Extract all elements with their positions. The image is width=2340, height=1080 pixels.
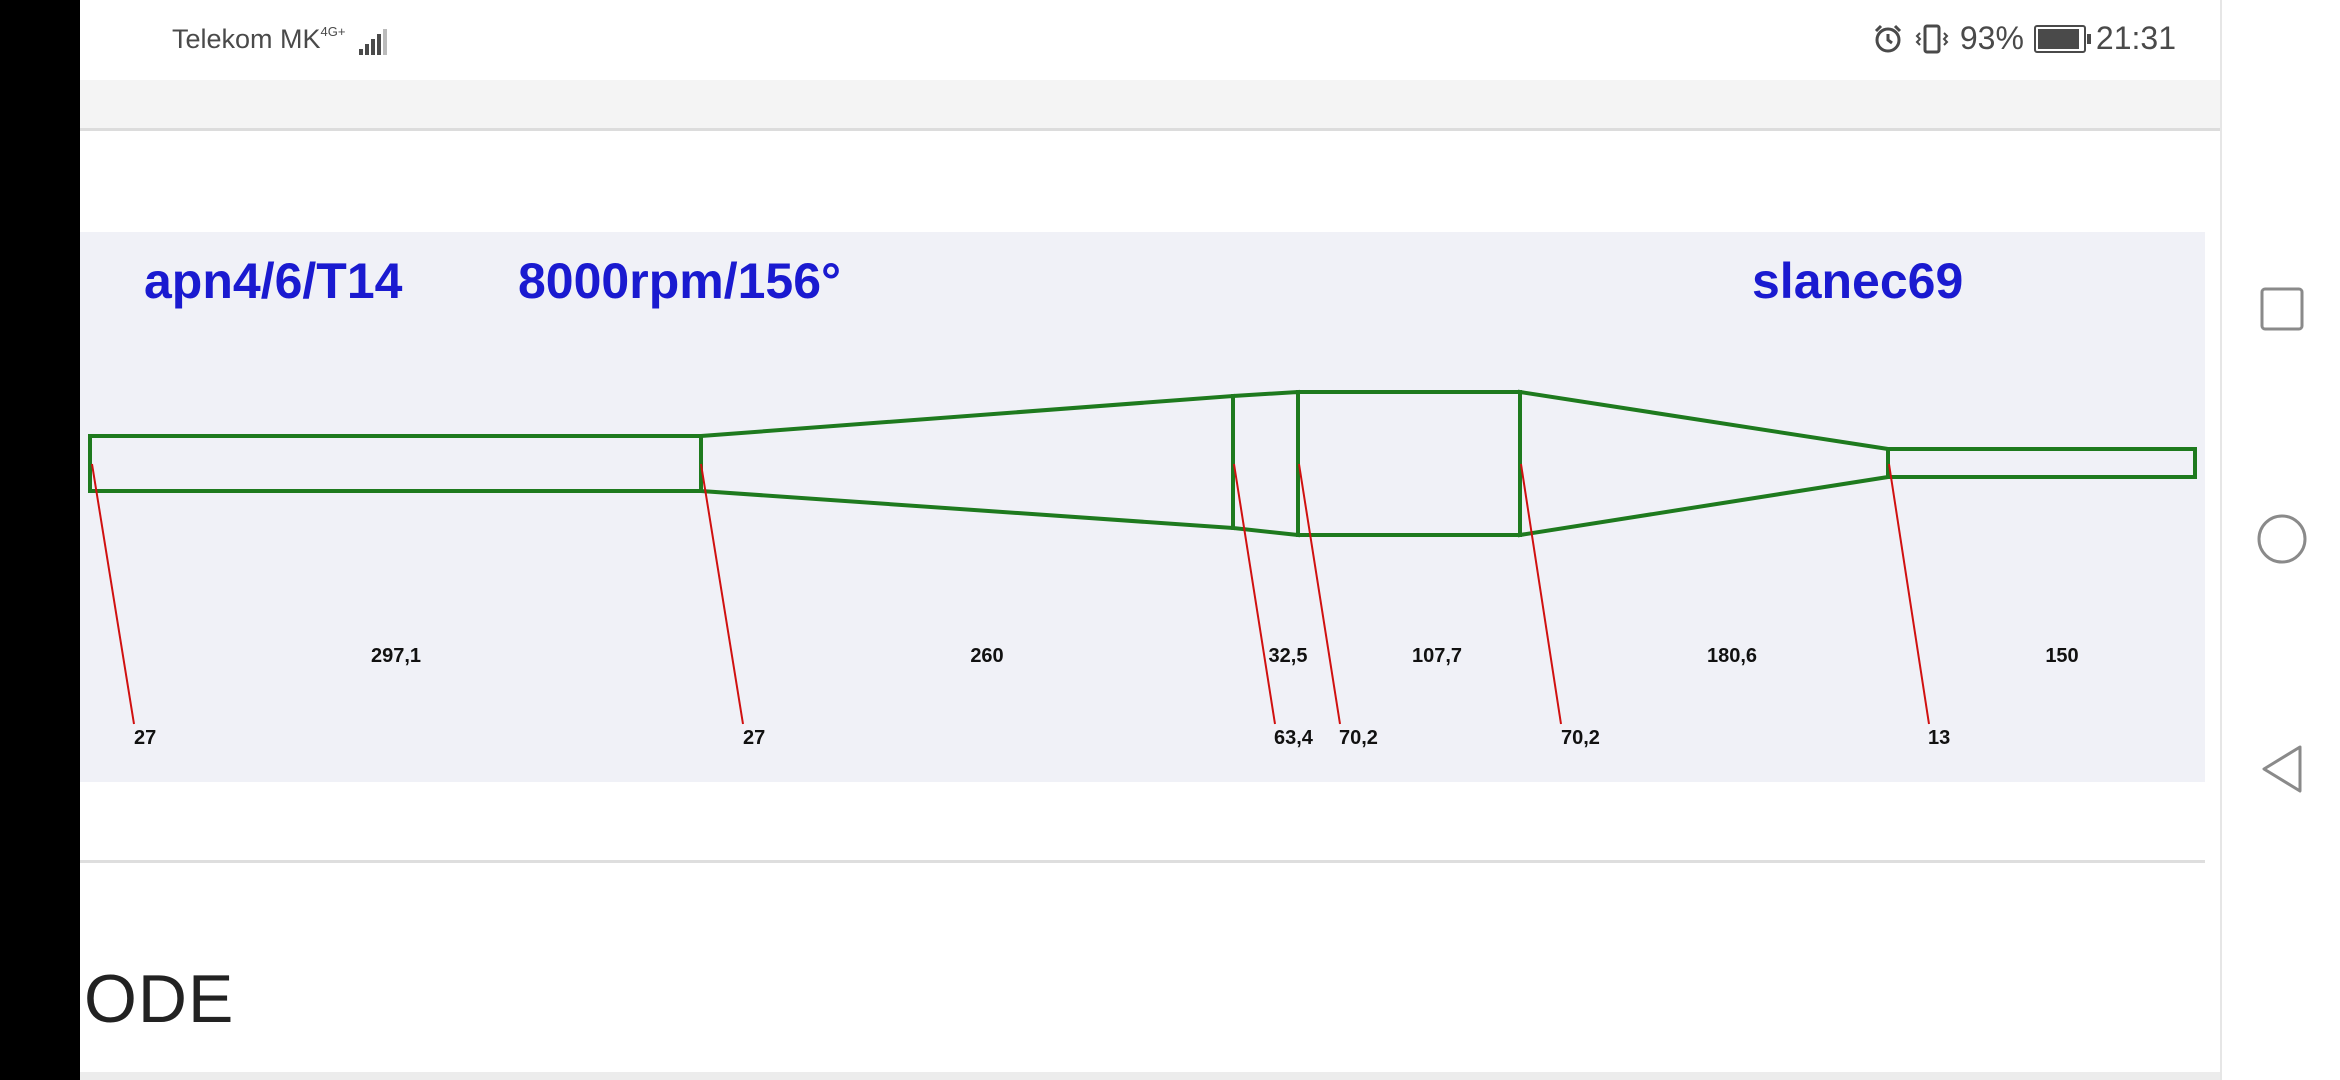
vibrate-icon [1915,24,1949,53]
leader-line [91,463,135,725]
battery-percent: 93% [1959,20,2024,56]
diameter-label: 70,2 [1561,727,1600,749]
home-icon[interactable] [2256,513,2308,565]
diameter-labels: 27 27 63,4 70,2 70,2 13 [134,727,1950,749]
header-section [88,434,703,493]
battery-icon [2033,24,2091,53]
carrier-info: Telekom MK4G+ [172,24,389,55]
belly-section [1296,390,1522,537]
diameter-label: 27 [743,727,765,749]
diagram-model: apn4/6/T14 [144,253,403,309]
leader-line [1233,463,1276,725]
length-label: 150 [2045,645,2078,667]
length-label: 297,1 [371,645,421,667]
leader-line [1888,463,1930,725]
network-type: 4G+ [320,24,346,39]
section-heading: ODE [84,961,235,1037]
alarm-icon [1874,24,1901,52]
baffle-section [1518,389,1890,538]
section-divider [80,860,2205,863]
pipe-outline [88,389,2197,538]
leader-line [1298,463,1341,725]
recent-apps-icon[interactable] [2256,283,2308,335]
bottom-edge [80,1072,2220,1080]
diffuser-section [699,393,1235,531]
length-label: 32,5 [1269,645,1308,667]
leader-line [1520,463,1562,725]
status-bar: Telekom MK4G+ 93% 21:31 [80,0,2220,80]
page-top-band [80,80,2220,131]
left-black-edge [0,0,80,1080]
diameter-label: 63,4 [1274,727,1314,749]
length-label: 107,7 [1412,645,1462,667]
back-icon[interactable] [2256,743,2308,795]
diagram-author: slanec69 [1752,253,1963,309]
status-right: 93% 21:31 [1872,20,2176,57]
stinger-section [1886,447,2197,479]
leader-line [700,463,744,725]
navigation-bar [2220,0,2340,1080]
length-label: 180,6 [1707,645,1757,667]
exhaust-pipe-diagram: apn4/6/T14 8000rpm/156° slanec69 297,1 2… [80,232,2205,782]
diagram-canvas: apn4/6/T14 8000rpm/156° slanec69 297,1 2… [88,253,2197,749]
length-label: 260 [970,645,1003,667]
length-labels: 297,1 260 32,5 107,7 180,6 150 [371,645,2079,667]
diameter-label: 13 [1928,727,1950,749]
diameter-label: 70,2 [1339,727,1378,749]
carrier-name: Telekom MK [172,24,321,54]
diameter-label: 27 [134,727,156,749]
clock: 21:31 [2095,20,2176,56]
leader-lines [91,463,1930,725]
signal-icon [359,24,389,55]
diagram-spec: 8000rpm/156° [518,253,841,309]
